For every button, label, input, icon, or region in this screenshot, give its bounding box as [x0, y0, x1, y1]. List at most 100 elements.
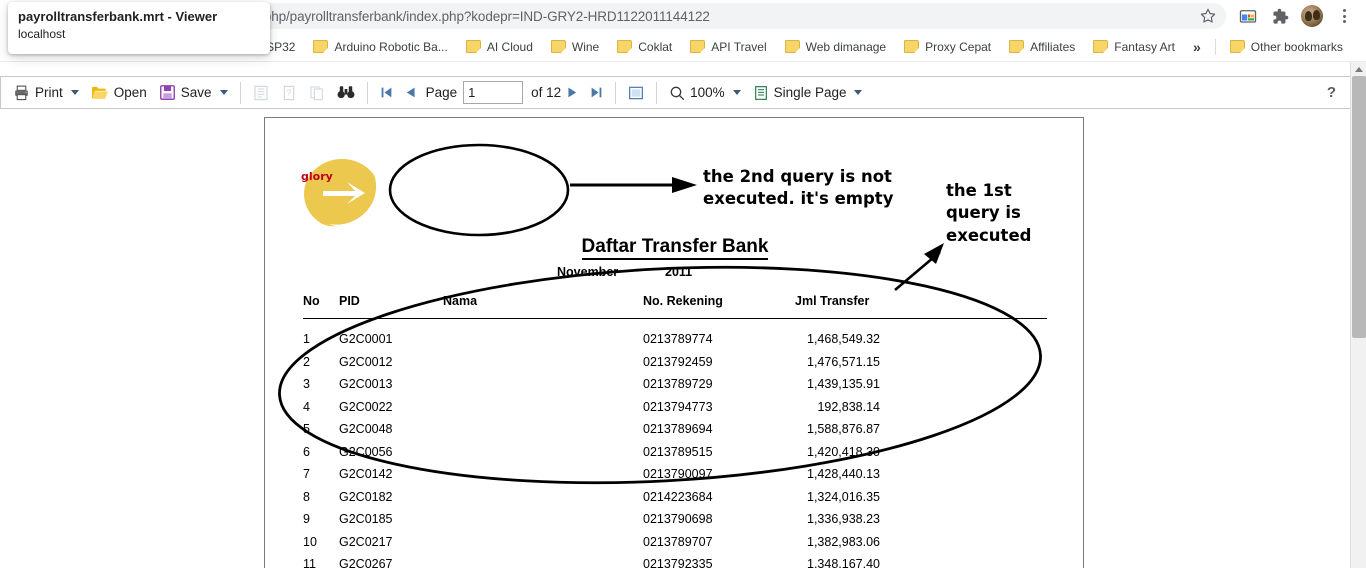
cell-rekening: 0213789774 [643, 332, 713, 346]
bookmarks-panel-button[interactable] [247, 80, 275, 105]
print-button[interactable]: Print [7, 80, 85, 105]
tooltip-subtitle: localhost [18, 27, 66, 41]
open-folder-icon [91, 86, 108, 99]
bookmark-label: AI Cloud [486, 39, 533, 54]
print-label: Print [35, 85, 63, 100]
cell-jml: 1,420,418.30 [807, 444, 880, 459]
thumbnails-panel-button[interactable]: ? [275, 80, 303, 105]
address-bar[interactable]: http://localhost/reportphp/payrolltransf… [104, 3, 1226, 29]
folder-icon [313, 40, 329, 53]
folder-icon [904, 40, 920, 53]
page-panel-icon [310, 86, 323, 100]
table-row[interactable]: 11 G2C0267 0213792335 1,348,167.40 [265, 557, 1085, 568]
table-row[interactable]: 2 G2C0012 0213792459 1,476,571.15 [265, 355, 1085, 378]
bookmark-item-4[interactable]: Wine [543, 37, 607, 57]
bookmark-item-3[interactable]: AI Cloud [458, 37, 541, 57]
chevron-down-icon[interactable] [732, 90, 741, 95]
open-button[interactable]: Open [85, 80, 153, 105]
cell-jml: 1,336,938.23 [807, 512, 880, 526]
folder-icon [784, 40, 800, 53]
cell-rekening: 0213789707 [643, 534, 713, 549]
bookmark-other-bookmarks[interactable]: Other bookmarks [1222, 37, 1351, 57]
table-row[interactable]: 9 G2C0185 0213790698 1,336,938.23 [265, 512, 1085, 535]
tooltip-title: payrolltransferbank.mrt - Viewer [18, 9, 218, 24]
last-page-button[interactable] [584, 80, 609, 105]
bookmark-star-icon[interactable] [1200, 8, 1216, 24]
zoom-control[interactable]: 100% [663, 80, 747, 105]
table-body: 1 G2C0001 0213789774 1,468,549.32 2 G2C0012 0… [265, 332, 1085, 568]
bookmark-item-7[interactable]: Web dimanage [777, 37, 895, 57]
table-row[interactable]: 5 G2C0048 0213789694 1,588,876.87 [265, 422, 1085, 445]
vertical-scrollbar[interactable] [1350, 62, 1366, 568]
chrome-web-store-icon[interactable] [1234, 2, 1262, 30]
help-button[interactable]: ? [1327, 84, 1344, 101]
profile-avatar-icon[interactable] [1298, 2, 1326, 30]
toolbar-divider [656, 81, 658, 104]
cell-pid: G2C0185 [339, 512, 393, 526]
bookmark-label: Fantasy Art [1114, 39, 1175, 54]
cell-jml: 1,348,167.40 [807, 557, 880, 568]
bookmark-item-8[interactable]: Proxy Cepat [896, 37, 999, 57]
browser-action-icons [1234, 2, 1366, 30]
cell-rekening: 0214223684 [643, 489, 713, 504]
annotation-text-2nd-query: the 2nd query is not executed. it's empt… [703, 167, 894, 209]
previous-page-button[interactable] [399, 80, 422, 105]
cell-jml: 1,468,549.32 [807, 332, 880, 346]
puzzle-piece-icon[interactable] [1266, 2, 1294, 30]
toolbar-divider [239, 81, 241, 104]
bookmark-item-2[interactable]: Arduino Robotic Ba... [305, 37, 455, 57]
page-number-input[interactable] [463, 81, 524, 104]
table-header-row: No PID Nama No. Rekening Jml Transfer [265, 294, 1085, 318]
save-button[interactable]: Save [153, 80, 234, 105]
bookmark-item-9[interactable]: Affiliates [1001, 37, 1083, 57]
cell-pid: G2C0142 [339, 467, 393, 481]
chevron-down-icon[interactable] [70, 90, 79, 95]
single-page-icon [754, 85, 767, 100]
view-mode-control[interactable]: Single Page [747, 80, 869, 105]
document-viewer-canvas[interactable]: glory Daftar Transfer Bank November 2011… [0, 109, 1351, 568]
cell-no: 4 [303, 399, 310, 414]
page-total-label: of 12 [531, 85, 562, 100]
glory-logo-icon [304, 159, 381, 230]
toolbar-divider [615, 81, 617, 104]
page-panel-button[interactable] [303, 80, 331, 105]
table-row[interactable]: 3 G2C0013 0213789729 1,439,135.91 [265, 377, 1085, 400]
find-button[interactable] [331, 80, 361, 105]
bookmark-item-5[interactable]: Coklat [609, 37, 680, 57]
view-mode-label: Single Page [773, 85, 847, 100]
cell-rekening: 0213789694 [643, 422, 713, 436]
bookmark-item-6[interactable]: API Travel [682, 37, 774, 57]
chevron-down-icon[interactable] [854, 90, 863, 95]
table-row[interactable]: 4 G2C0022 0213794773 192,838.14 [265, 400, 1085, 423]
cell-no: 2 [303, 354, 310, 369]
table-row[interactable]: 8 G2C0182 0214223684 1,324,016.35 [265, 490, 1085, 513]
previous-page-icon [406, 87, 415, 98]
cell-pid: G2C0267 [339, 557, 393, 568]
table-row[interactable]: 10 G2C0217 0213789707 1,382,983.06 [265, 535, 1085, 558]
column-header-pid: PID [339, 294, 360, 308]
scroll-up-arrow-icon[interactable] [1351, 62, 1366, 76]
folder-icon [617, 40, 633, 53]
bookmark-label: Arduino Robotic Ba... [334, 39, 448, 54]
three-dot-menu-icon[interactable] [1330, 2, 1358, 30]
page-title-tooltip: payrolltransferbank.mrt - Viewer localho… [8, 2, 270, 54]
next-page-button[interactable] [561, 80, 584, 105]
cell-rekening: 0213790698 [643, 512, 713, 526]
scrollbar-thumb[interactable] [1352, 76, 1366, 338]
fullscreen-button[interactable] [622, 80, 650, 105]
table-row[interactable]: 6 G2C0056 0213789515 1,420,418.30 [265, 445, 1085, 468]
cell-jml: 192,838.14 [817, 399, 880, 414]
table-row[interactable]: 7 G2C0142 0213790097 1,428,440.13 [265, 467, 1085, 490]
cell-rekening: 0213794773 [643, 399, 713, 414]
chevron-down-icon[interactable] [219, 90, 228, 95]
cell-jml: 1,428,440.13 [807, 467, 880, 481]
page-label: Page [425, 85, 458, 100]
bookmarks-overflow-button[interactable]: » [1185, 37, 1209, 57]
cell-no: 9 [303, 512, 310, 526]
first-page-button[interactable] [374, 80, 399, 105]
cell-pid: G2C0012 [339, 354, 393, 369]
bookmark-item-10[interactable]: Fantasy Art [1085, 37, 1183, 57]
table-row[interactable]: 1 G2C0001 0213789774 1,468,549.32 [265, 332, 1085, 355]
column-header-jml: Jml Transfer [795, 294, 870, 308]
column-header-no: No [303, 294, 320, 308]
